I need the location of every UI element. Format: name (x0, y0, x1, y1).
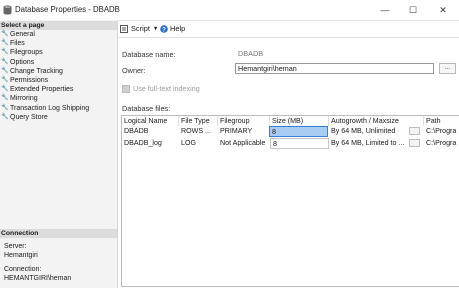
help-button[interactable]: ? Help (160, 24, 185, 33)
fulltext-label: Use full-text indexing (133, 84, 200, 93)
database-name-value: DBADB (238, 49, 264, 58)
sidebar-item-label: Mirroring (10, 95, 38, 103)
owner-browse-button[interactable]: ... (439, 63, 456, 74)
sidebar-item-permissions[interactable]: 🔧 Permissions (1, 76, 89, 85)
column-header-size[interactable]: Size (MB) (270, 116, 329, 126)
fulltext-checkbox[interactable] (122, 84, 130, 93)
sidebar-item-files[interactable]: 🔧 Files (1, 39, 89, 48)
owner-label: Owner: (122, 66, 146, 75)
sidebar-item-label: Files (10, 40, 25, 48)
column-header-logical-name[interactable]: Logical Name (122, 116, 179, 126)
server-label: Server: (4, 243, 27, 250)
sidebar-item-general[interactable]: 🔧 General (1, 30, 89, 39)
help-icon: ? (160, 24, 168, 33)
column-header-file-type[interactable]: File Type (179, 116, 218, 126)
minimize-button[interactable]: — (371, 1, 399, 19)
wrench-icon: 🔧 (1, 58, 9, 65)
sidebar-item-options[interactable]: 🔧 Options (1, 58, 89, 67)
cell-path[interactable]: C:\Progra (424, 126, 459, 137)
toolbar: Script ▼ ? Help (118, 20, 459, 38)
sidebar-item-label: Query Store (10, 113, 48, 121)
server-value: Hemantgiri (4, 252, 38, 259)
help-label: Help (170, 24, 186, 33)
sidebar-item-mirroring[interactable]: 🔧 Mirroring (1, 94, 89, 103)
wrench-icon: 🔧 (1, 49, 9, 56)
sidebar-item-label: Transaction Log Shipping (10, 104, 90, 112)
sidebar-item-filegroups[interactable]: 🔧 Filegroups (1, 48, 89, 57)
window-title: Database Properties - DBADB (15, 5, 120, 14)
database-name-label: Database name: (122, 50, 176, 59)
script-button[interactable]: Script ▼ (120, 24, 158, 33)
wrench-icon: 🔧 (1, 113, 9, 120)
wrench-icon: 🔧 (1, 31, 9, 37)
database-files-label: Database files: (122, 104, 171, 113)
wrench-icon: 🔧 (1, 76, 9, 83)
cell-size[interactable]: 8 (270, 138, 329, 149)
sidebar-item-label: General (10, 31, 35, 38)
owner-field[interactable]: Hemantgiri\heman (235, 63, 434, 74)
column-header-autogrowth[interactable]: Autogrowth / Maxsize (329, 116, 424, 126)
title-bar: Database Properties - DBADB — ☐ ✕ (0, 0, 459, 21)
sidebar-item-transaction-log-shipping[interactable]: 🔧 Transaction Log Shipping (1, 104, 89, 113)
connection-header: Connection (0, 229, 117, 238)
connection-value: HEMANTGIRI\heman (4, 275, 72, 282)
sidebar: Select a page 🔧 General 🔧 Files 🔧 Filegroup… (0, 20, 118, 288)
sidebar-item-query-store[interactable]: 🔧 Query Store (1, 113, 89, 122)
script-label: Script (131, 24, 150, 33)
cell-size-selected[interactable]: 8 (269, 126, 328, 137)
sidebar-item-extended-properties[interactable]: 🔧 Extended Properties (1, 85, 89, 94)
cell-filegroup[interactable]: PRIMARY (218, 126, 270, 137)
sidebar-item-label: Extended Properties (10, 86, 74, 94)
cell-path[interactable]: C:\Progra (424, 138, 459, 149)
autogrowth-edit-button[interactable] (409, 139, 420, 147)
cell-logical-name[interactable]: DBADB_log (122, 138, 179, 149)
wrench-icon: 🔧 (1, 104, 9, 111)
svg-text:?: ? (162, 27, 166, 33)
wrench-icon: 🔧 (1, 86, 9, 93)
select-page-header: Select a page (0, 21, 117, 30)
sidebar-item-label: Permissions (10, 76, 49, 84)
column-header-filegroup[interactable]: Filegroup (218, 116, 270, 126)
wrench-icon: 🔧 (1, 95, 9, 102)
wrench-icon: 🔧 (1, 40, 9, 47)
cell-file-type[interactable]: LOG (179, 138, 218, 149)
database-files-grid: Logical Name File Type Filegroup Size (M… (121, 115, 459, 287)
page-list: 🔧 General 🔧 Files 🔧 Filegroups 🔧 Options 🔧 Ch… (1, 30, 89, 122)
database-icon (3, 5, 12, 15)
script-icon (120, 24, 128, 33)
cell-autogrowth[interactable]: By 64 MB, Limited to ... (329, 138, 409, 149)
fulltext-option: Use full-text indexing (122, 84, 200, 93)
sidebar-item-label: Filegroups (10, 49, 43, 57)
sidebar-item-label: Change Tracking (10, 67, 63, 75)
autogrowth-edit-button[interactable] (409, 127, 420, 135)
chevron-down-icon: ▼ (152, 25, 159, 32)
wrench-icon: 🔧 (1, 67, 9, 74)
cell-filegroup[interactable]: Not Applicable (218, 138, 270, 149)
cell-file-type[interactable]: ROWS ... (179, 126, 218, 137)
sidebar-item-change-tracking[interactable]: 🔧 Change Tracking (1, 67, 89, 76)
close-button[interactable]: ✕ (429, 1, 457, 19)
cell-logical-name[interactable]: DBADB (122, 126, 179, 137)
column-header-path[interactable]: Path (424, 116, 459, 126)
cell-autogrowth[interactable]: By 64 MB, Unlimited (329, 126, 409, 137)
connection-label: Connection: (4, 266, 42, 273)
sidebar-item-label: Options (10, 58, 35, 66)
maximize-button[interactable]: ☐ (399, 1, 427, 19)
